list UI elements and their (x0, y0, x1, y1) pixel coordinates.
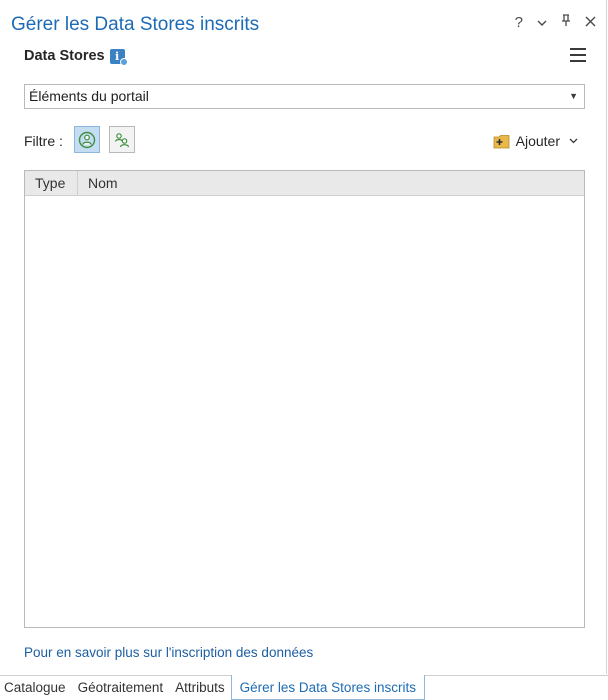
tab-catalogue[interactable]: Catalogue (0, 676, 72, 700)
tab-attributs[interactable]: Attributs (169, 676, 231, 700)
add-data-store-button[interactable]: Ajouter (493, 133, 578, 149)
source-dropdown-value: Éléments du portail (29, 88, 149, 104)
learn-more-link[interactable]: Pour en savoir plus sur l'inscription de… (24, 645, 313, 660)
dock-tabs: Catalogue Géotraitement Attributs Gérer … (0, 675, 608, 700)
hamburger-menu-icon[interactable] (570, 48, 586, 62)
filter-my-content-button[interactable] (74, 126, 100, 153)
column-header-type[interactable]: Type (25, 171, 78, 195)
pane-title: Gérer les Data Stores inscrits (11, 14, 260, 35)
filter-shared-content-button[interactable] (109, 126, 135, 153)
info-icon[interactable]: i (109, 48, 128, 66)
portal-user-icon (78, 131, 96, 148)
dropdown-arrow-icon[interactable]: ▼ (569, 85, 578, 108)
manage-registered-data-stores-pane: Gérer les Data Stores inscrits ? Data St… (0, 0, 607, 674)
data-stores-heading: Data Stores i (24, 48, 128, 66)
filter-label: Filtre : (24, 133, 63, 149)
data-store-source-dropdown[interactable]: Éléments du portail ▼ (24, 84, 585, 109)
pane-title-controls: ? (515, 14, 596, 32)
tab-geotraitement[interactable]: Géotraitement (72, 676, 170, 700)
data-stores-label: Data Stores (24, 48, 105, 64)
options-chevron-icon[interactable] (537, 14, 547, 32)
table-header: Type Nom (25, 171, 584, 196)
column-header-name[interactable]: Nom (78, 171, 118, 195)
pin-icon[interactable] (561, 14, 571, 32)
help-icon[interactable]: ? (515, 14, 523, 32)
close-icon[interactable] (585, 14, 596, 32)
tab-gerer-data-stores[interactable]: Gérer les Data Stores inscrits (230, 675, 425, 700)
add-chevron-icon (569, 136, 578, 147)
shared-users-icon (114, 132, 130, 147)
add-label: Ajouter (515, 133, 560, 149)
add-data-store-icon (493, 135, 510, 149)
data-stores-table: Type Nom (24, 170, 585, 628)
